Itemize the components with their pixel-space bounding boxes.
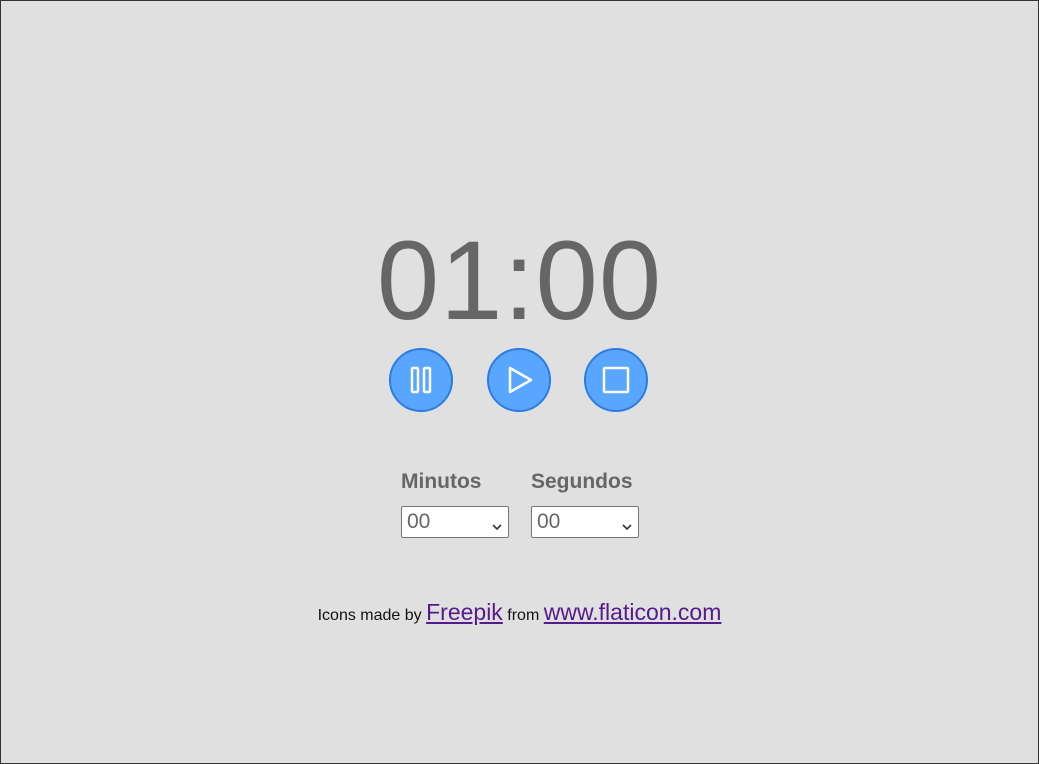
minutes-select-value: 00 [407,510,431,533]
seconds-label: Segundos [531,470,633,493]
stop-icon [601,365,631,395]
play-button[interactable] [487,348,551,412]
pause-button[interactable] [389,348,453,412]
timer-display: 01:00 [376,218,663,343]
seconds-select[interactable]: 00 [531,506,639,538]
chevron-down-icon [622,518,632,536]
timer-controls [389,348,651,414]
seconds-select-value: 00 [537,510,561,533]
minutes-label: Minutos [401,470,482,493]
stop-button[interactable] [584,348,648,412]
minutes-group: Minutos 00 [401,469,509,538]
icon-credits: Icons made by Freepik from www.flaticon.… [1,599,1038,626]
pause-icon [407,365,435,395]
flaticon-link[interactable]: www.flaticon.com [544,599,722,625]
credits-middle: from [507,607,540,624]
freepik-link[interactable]: Freepik [426,599,503,625]
minutes-select[interactable]: 00 [401,506,509,538]
play-icon [504,365,534,395]
seconds-group: Segundos 00 [531,469,639,538]
credits-prefix: Icons made by [317,607,422,624]
chevron-down-icon [492,518,502,536]
